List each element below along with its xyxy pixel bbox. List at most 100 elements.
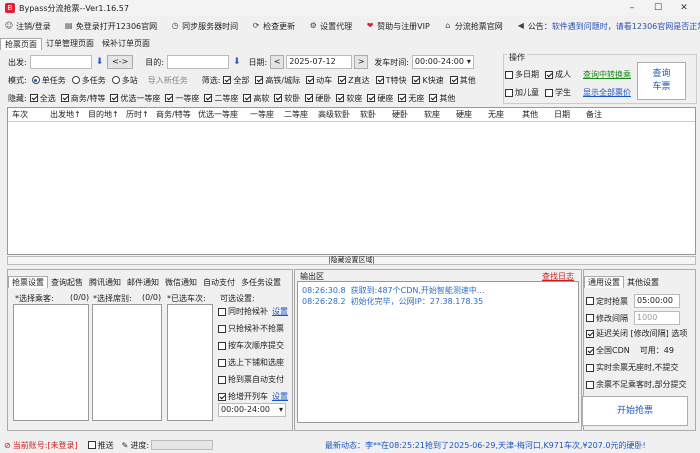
minimize-button[interactable]: – [618,0,646,16]
general-option-value[interactable]: 05:00:00 [634,294,680,308]
general-option-value[interactable]: 1000 [634,311,680,325]
column-header[interactable]: 备注 [582,109,622,120]
maximize-button[interactable]: ☐ [644,0,672,16]
hide-option[interactable]: 二等座 [204,93,238,104]
to-dropdown-icon[interactable]: ⬇ [233,57,241,67]
column-header[interactable]: 日期 [550,109,582,120]
general-option[interactable]: 定时抢票 05:00:00 [586,294,680,308]
seat-list[interactable] [92,304,162,421]
column-header[interactable]: 目的地↑ [84,109,122,120]
menu-open-12306[interactable]: ▤ 免登录打开12306官网 [60,21,157,32]
settings-tab[interactable]: 腾讯通知 [86,277,124,288]
tab-other[interactable]: 其他设置 [624,277,662,288]
filter-option[interactable]: 动车 [306,75,332,86]
filter-option[interactable]: Z直达 [338,75,370,86]
column-header[interactable]: 其他 [518,109,550,120]
adult-checkbox[interactable]: 成人 [545,69,571,80]
multi-date-checkbox[interactable]: 多日期 [505,69,539,80]
column-header[interactable]: 高级软卧 [314,109,356,120]
start-grab-button[interactable]: 开始抢票 [582,396,688,426]
grab-option[interactable]: 只抢候补不抢票 [218,323,284,334]
hide-option[interactable]: 优选一等座 [110,93,160,104]
column-header[interactable]: 硬座 [452,109,484,120]
settings-tab[interactable]: 邮件通知 [124,277,162,288]
column-header[interactable]: 车次 [8,109,46,120]
hide-option[interactable]: 软卧 [274,93,300,104]
hide-option[interactable]: 其他 [429,93,455,104]
grab-option[interactable]: 按车次顺序提交 [218,340,284,351]
menu-proxy[interactable]: ⚙ 设置代理 [304,21,353,32]
general-option[interactable]: 全国CDN 可用：49 [586,345,674,356]
grab-option[interactable]: 抢增开列车 设置 [218,391,288,402]
from-dropdown-icon[interactable]: ⬇ [96,57,104,67]
settings-tab[interactable]: 查询起售 [48,277,86,288]
column-header[interactable]: 软座 [420,109,452,120]
mode-multi-station[interactable]: 多站 [111,75,138,86]
column-header[interactable]: 无座 [484,109,518,120]
grab-option[interactable]: 同时抢候补 设置 [218,306,288,317]
column-header[interactable]: 二等座 [280,109,314,120]
tab-grab[interactable]: 抢票页面 [0,38,42,50]
hide-option[interactable]: 硬座 [367,93,393,104]
column-header[interactable]: 出发地↑ [46,109,84,120]
general-option[interactable]: 实时余票无座时,不提交 [586,362,679,373]
from-input[interactable] [29,55,92,69]
tab-orders[interactable]: 订单管理页面 [42,38,98,50]
train-table[interactable]: 车次 出发地↑ 目的地↑ 历时↑ 商务/特等 优选一等座 一等座 二等座 高级软卧 软卧 硬卧 软座硬… [7,107,696,255]
menu-sync-time[interactable]: ◷ 同步服务器时间 [166,21,239,32]
tab-general[interactable]: 通用设置 [584,276,624,288]
hide-option[interactable]: 全选 [29,93,56,104]
to-input[interactable] [166,55,229,69]
price-link[interactable]: 显示全部票价 [583,87,631,98]
menu-website[interactable]: ⌂ 分流抢票官网 [439,21,503,32]
hide-option[interactable]: 高软 [243,93,269,104]
prev-date-button[interactable]: < [270,55,285,69]
child-checkbox[interactable]: 加儿童 [505,87,539,98]
hide-option[interactable]: 软座 [336,93,362,104]
column-header[interactable]: 一等座 [246,109,280,120]
grab-option[interactable]: 抢到票自动支付 [218,374,284,385]
student-checkbox[interactable]: 学生 [545,87,571,98]
date-input[interactable]: 2025-07-12 [286,55,353,69]
filter-option[interactable]: K快速 [412,75,444,86]
import-task-link[interactable]: 导入新任务 [148,75,188,86]
column-header[interactable]: 商务/特等 [152,109,194,120]
settings-tab[interactable]: 抢票设置 [8,276,48,288]
filter-option[interactable]: 全部 [223,75,249,86]
settings-tab[interactable]: 微信通知 [162,277,200,288]
filter-option[interactable]: 高铁/城际 [255,75,300,86]
push-checkbox[interactable] [87,441,96,449]
column-header[interactable]: 历时↑ [122,109,152,120]
hide-settings-bar[interactable]: |隐藏设置区域| [7,256,696,265]
filter-option[interactable]: T特快 [375,75,406,86]
settings-link[interactable]: 设置 [272,306,288,317]
tab-waitlist[interactable]: 候补订单页面 [98,38,154,50]
general-option[interactable]: 修改间隔 1000 [586,311,680,325]
hide-option[interactable]: 一等座 [165,93,199,104]
close-button[interactable]: ✕ [670,0,698,16]
grab-time-select[interactable]: 00:00-24:00 ▾ [218,403,286,417]
hide-option[interactable]: 商务/特等 [60,93,105,104]
hide-option[interactable]: 无座 [398,93,424,104]
hide-option[interactable]: 硬卧 [305,93,331,104]
menu-sponsor[interactable]: ❤ 赞助与注册VIP [361,21,430,32]
column-header[interactable]: 优选一等座 [194,109,246,120]
swap-button[interactable]: <-> [107,55,134,69]
settings-tab[interactable]: 自动支付 [200,277,238,288]
menu-check-update[interactable]: ⟳ 检查更新 [247,21,295,32]
settings-tab[interactable]: 多任务设置 [238,277,284,288]
general-option[interactable]: 余票不足乘客时,部分提交 [586,379,687,390]
query-tickets-button[interactable]: 查询 车票 [637,62,686,100]
passenger-list[interactable] [13,304,89,421]
settings-link[interactable]: 设置 [272,391,288,402]
next-date-button[interactable]: > [354,55,369,69]
mode-single[interactable]: 单任务 [31,75,66,86]
mode-multi[interactable]: 多任务 [71,75,106,86]
column-header[interactable]: 硬卧 [388,109,420,120]
grab-option[interactable]: 选上下铺和选座 [218,357,284,368]
column-header[interactable]: 软卧 [356,109,388,120]
filter-option[interactable]: 其他 [449,75,476,86]
depart-time-select[interactable]: 00:00-24:00 ▾ [411,55,474,69]
menu-login[interactable]: ☺ 注销/登录 [0,21,51,32]
general-option[interactable]: 延迟关闭 [修改间隔] 选项 [586,328,687,339]
